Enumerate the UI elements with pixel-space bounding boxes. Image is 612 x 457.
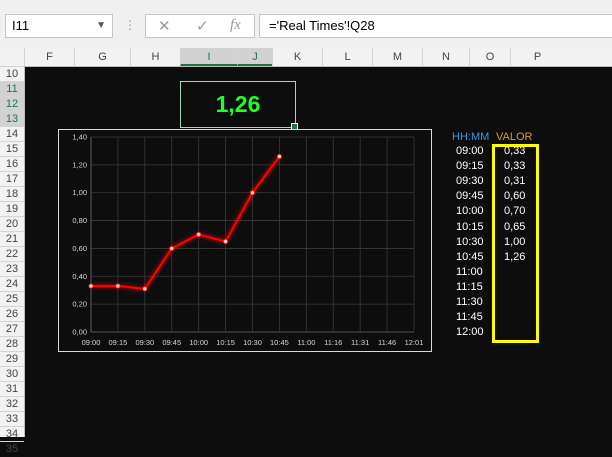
time-cell: 12:00 <box>456 326 484 339</box>
x-tick-label: 11:00 <box>297 338 315 347</box>
row-header-23[interactable]: 23 <box>0 261 24 276</box>
data-point[interactable] <box>277 154 282 159</box>
column-header-l[interactable]: L <box>322 48 372 66</box>
data-point[interactable] <box>196 232 202 237</box>
x-tick-label: 09:30 <box>135 338 154 347</box>
more-options-icon[interactable]: ⋮ <box>124 18 137 32</box>
time-cell: 11:45 <box>456 311 483 324</box>
time-cell: 09:15 <box>456 160 484 173</box>
row-header-12[interactable]: 12 <box>0 96 24 111</box>
selected-cell-value[interactable]: 1,26 <box>180 81 298 130</box>
time-cell: 10:00 <box>456 205 484 218</box>
row-header-16[interactable]: 16 <box>0 156 24 171</box>
data-point[interactable] <box>169 246 175 251</box>
y-tick-label: 0,00 <box>72 328 87 337</box>
time-cell: 10:15 <box>456 220 484 233</box>
row-header-25[interactable]: 25 <box>0 291 24 306</box>
row-header-17[interactable]: 17 <box>0 171 24 186</box>
y-tick-label: 1,00 <box>72 188 87 197</box>
row-header-22[interactable]: 22 <box>0 246 24 261</box>
time-cell: 11:15 <box>456 280 483 293</box>
x-tick-label: 09:15 <box>109 338 128 347</box>
column-header-f[interactable]: F <box>24 48 74 66</box>
time-cell: 10:30 <box>456 235 484 248</box>
row-header-20[interactable]: 20 <box>0 216 24 231</box>
row-header-13[interactable]: 13 <box>0 111 24 126</box>
column-header-k[interactable]: K <box>272 48 322 66</box>
column-header-i[interactable]: I <box>180 48 237 66</box>
cancel-icon[interactable]: ✕ <box>158 17 171 35</box>
time-cell: 11:30 <box>456 296 483 308</box>
x-tick-label: 10:00 <box>189 338 208 347</box>
column-header-h[interactable]: H <box>130 48 180 66</box>
line-chart[interactable]: 0,00 0,20 0,40 0,60 0,80 1,00 1,20 1,40 09:00 09:… <box>58 129 432 352</box>
y-tick-label: 1,20 <box>72 160 87 169</box>
time-cell: 09:30 <box>456 175 484 188</box>
x-tick-label: 12:01 <box>405 338 424 347</box>
y-tick-label: 0,40 <box>72 272 87 281</box>
row-header-33[interactable]: 33 <box>0 411 24 426</box>
column-header-g[interactable]: G <box>74 48 130 66</box>
row-header-27[interactable]: 27 <box>0 321 24 336</box>
data-point[interactable] <box>88 283 94 289</box>
column-header-p[interactable]: P <box>510 48 564 66</box>
row-header-21[interactable]: 21 <box>0 231 24 246</box>
line-chart-svg: 0,00 0,20 0,40 0,60 0,80 1,00 1,20 1,40 09:00 09:… <box>72 133 424 348</box>
y-tick-label: 0,60 <box>72 244 87 253</box>
row-header-15[interactable]: 15 <box>0 141 24 156</box>
x-tick-label: 09:45 <box>162 338 181 347</box>
enter-icon[interactable]: ✓ <box>196 17 209 35</box>
time-column-header: HH:MM <box>452 131 490 143</box>
y-tick-label: 0,80 <box>72 216 87 225</box>
name-box[interactable]: I11 ▼ <box>5 14 113 38</box>
x-tick-label: 11:46 <box>378 338 396 347</box>
column-header-o[interactable]: O <box>469 48 510 66</box>
row-header-29[interactable]: 29 <box>0 351 24 366</box>
row-header-10[interactable]: 10 <box>0 66 24 81</box>
column-header-n[interactable]: N <box>422 48 469 66</box>
y-tick-label: 0,20 <box>72 300 87 309</box>
chevron-down-icon[interactable]: ▼ <box>96 15 106 37</box>
row-header-11[interactable]: 11 <box>0 81 24 96</box>
row-header-24[interactable]: 24 <box>0 276 24 291</box>
time-cell: 11:00 <box>456 265 483 278</box>
data-point[interactable] <box>115 283 121 289</box>
row-header-26[interactable]: 26 <box>0 306 24 321</box>
column-header-j[interactable]: J <box>237 48 272 66</box>
series-line[interactable] <box>91 155 281 290</box>
x-tick-label: 10:15 <box>216 338 235 347</box>
row-header-19[interactable]: 19 <box>0 201 24 216</box>
x-tick-label: 09:00 <box>82 338 101 347</box>
value-highlight-box <box>492 144 539 343</box>
value-column-header: VALOR <box>496 131 533 143</box>
y-tick-label: 1,40 <box>72 133 87 142</box>
row-header-30[interactable]: 30 <box>0 366 24 381</box>
time-cell: 10:45 <box>456 250 484 263</box>
row-header-35[interactable]: 35 <box>0 441 24 456</box>
row-header-28[interactable]: 28 <box>0 336 24 351</box>
data-point[interactable] <box>142 286 148 292</box>
data-point[interactable] <box>223 239 228 244</box>
x-tick-label: 10:45 <box>270 338 289 347</box>
row-header-31[interactable]: 31 <box>0 381 24 396</box>
x-tick-label: 10:30 <box>243 338 262 347</box>
row-header-14[interactable]: 14 <box>0 126 24 141</box>
formula-buttons: ✕ ✓ fx <box>145 14 255 38</box>
cell-value-text: 1,26 <box>215 91 261 117</box>
x-tick-label: 11:16 <box>324 338 342 347</box>
time-cell: 09:45 <box>456 190 484 203</box>
row-header-18[interactable]: 18 <box>0 186 24 201</box>
x-tick-label: 11:31 <box>351 338 369 347</box>
name-box-value: I11 <box>12 18 30 33</box>
time-cell: 09:00 <box>456 145 484 157</box>
data-point[interactable] <box>250 190 255 196</box>
column-headers: FGHIJKLMNOP <box>0 48 612 67</box>
row-headers: 10 11 12 13 14 15 16 17 18 19 20 21 22 23 24 25 26 27 28 29… <box>0 66 25 455</box>
column-header-m[interactable]: M <box>372 48 422 66</box>
row-header-32[interactable]: 32 <box>0 396 24 411</box>
row-header-34[interactable]: 34 <box>0 426 24 441</box>
insert-function-icon[interactable]: fx <box>230 17 241 34</box>
formula-bar: I11 ▼ ⋮ ✕ ✓ fx ='Real Times'!Q28 <box>0 0 612 53</box>
formula-input[interactable]: ='Real Times'!Q28 <box>259 14 612 38</box>
